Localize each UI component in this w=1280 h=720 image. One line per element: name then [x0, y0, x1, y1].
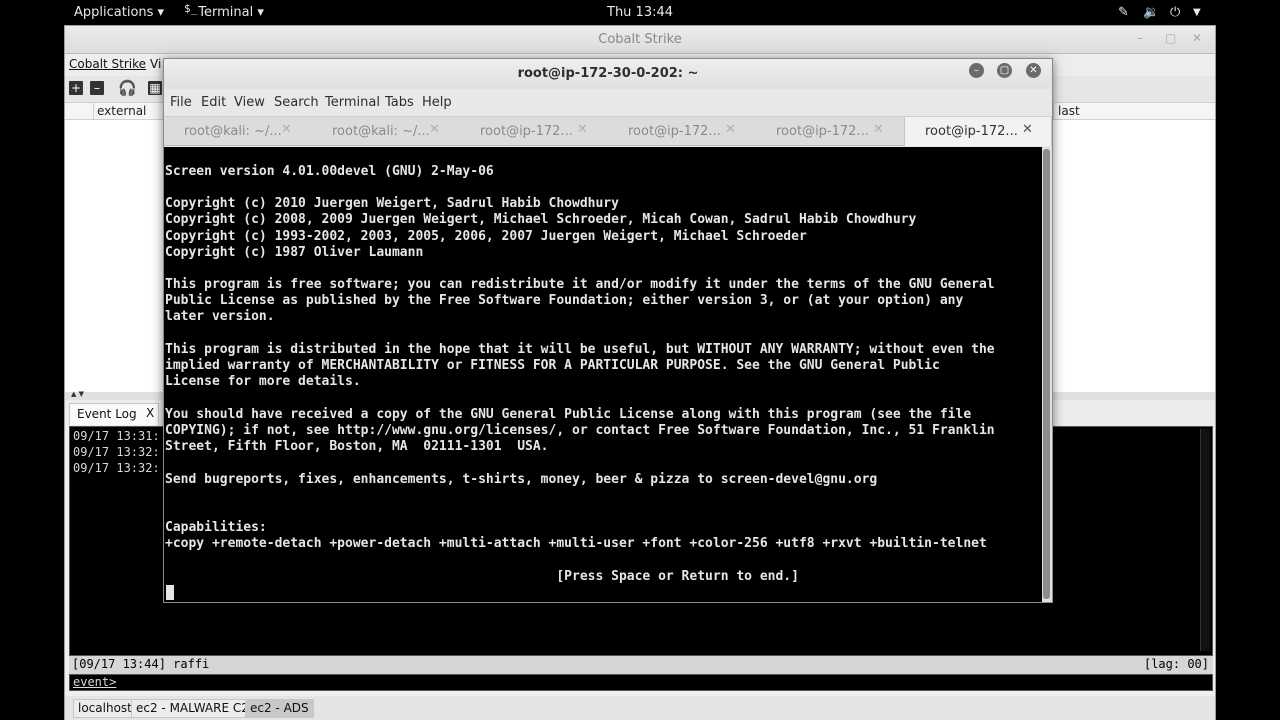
close-button[interactable]: ✕ [1026, 63, 1041, 78]
server-tab-localhost[interactable]: localhost [73, 699, 137, 718]
terminal-output[interactable]: Screen version 4.01.00devel (GNU) 2-May-… [164, 147, 1042, 602]
log-line: 09/17 13:31: [73, 429, 160, 443]
log-line: 09/17 13:32: [73, 461, 160, 475]
grid-icon[interactable]: ▦ [148, 81, 162, 95]
minus-icon[interactable]: – [90, 81, 104, 95]
split-arrows-icon[interactable]: ▲ ▼ [71, 390, 84, 398]
status-bar: [09/17 13:44] raffi [lag: 00] [69, 656, 1213, 674]
tab-event-log[interactable]: Event Log X [69, 403, 159, 425]
terminal-tab[interactable]: root@ip-172... ✕ [608, 117, 756, 146]
column-last[interactable]: last [1058, 104, 1080, 118]
terminal-line: implied warranty of MERCHANTABILITY or F… [165, 358, 940, 373]
terminal-titlebar[interactable]: root@ip-172-30-0-202: ~ – ▢ ✕ [164, 59, 1052, 89]
terminal-tab-label: root@ip-172... [628, 124, 721, 139]
terminal-line: later version. [165, 309, 275, 324]
maximize-button[interactable]: ▢ [997, 63, 1012, 78]
chevron-down-icon[interactable]: ▼ [1193, 0, 1201, 25]
top-panel: Applications ▾ $_Terminal ▾ Thu 13:44 ✎ … [0, 0, 1280, 25]
server-tab-bar: localhost ec2 - MALWARE C2 ec2 - ADS [65, 696, 1215, 720]
terminal-line: +copy +remote-detach +power-detach +mult… [165, 536, 987, 551]
terminal-line: License for more details. [165, 374, 361, 389]
headphones-icon[interactable]: 🎧 [118, 81, 137, 96]
menu-edit[interactable]: Edit [201, 95, 226, 110]
terminal-line: You should have received a copy of the G… [165, 407, 972, 422]
terminal-tab-label: root@kali: ~/... [332, 124, 430, 139]
terminal-line: Send bugreports, fixes, enhancements, t-… [165, 472, 878, 487]
terminal-tab-active[interactable]: root@ip-172... ✕ [904, 117, 1052, 146]
menu-help[interactable]: Help [422, 95, 452, 110]
column-divider [93, 103, 94, 120]
menu-tabs[interactable]: Tabs [385, 95, 414, 110]
terminal-tab-label: root@kali: ~/... [184, 124, 282, 139]
terminal-tab[interactable]: root@ip-172... ✕ [756, 117, 904, 146]
terminal-line: Public License as published by the Free … [165, 293, 964, 308]
terminal-tab-label: root@ip-172... [776, 124, 869, 139]
menu-search[interactable]: Search [274, 95, 319, 110]
tab-event-log-label: Event Log [77, 407, 137, 421]
volume-icon[interactable]: 🔉 [1143, 0, 1159, 25]
minimize-button[interactable]: – [1137, 31, 1143, 45]
terminal-menubar: File Edit View Search Terminal Tabs Help [164, 89, 1052, 115]
event-input[interactable]: event> [69, 674, 1213, 691]
maximize-button[interactable]: ▢ [1165, 31, 1176, 45]
terminal-line: Copyright (c) 1993-2002, 2003, 2005, 200… [165, 229, 807, 244]
terminal-line: This program is distributed in the hope … [165, 342, 995, 357]
plus-icon[interactable]: + [69, 81, 83, 95]
applications-menu[interactable]: Applications ▾ [74, 0, 164, 25]
terminal-title: root@ip-172-30-0-202: ~ [517, 66, 699, 81]
terminal-app-menu-label: Terminal ▾ [198, 5, 264, 20]
server-tab-ads[interactable]: ec2 - ADS [245, 699, 314, 718]
log-line: 09/17 13:32: [73, 445, 160, 459]
column-divider [1053, 103, 1054, 120]
terminal-tab[interactable]: root@kali: ~/... ✕ [312, 117, 460, 146]
terminal-line: Copyright (c) 1987 Oliver Laumann [165, 245, 424, 260]
menu-view[interactable]: Vi [150, 57, 161, 71]
terminal-scrollbar[interactable] [1042, 147, 1052, 602]
terminal-icon: $_ [184, 2, 198, 15]
terminal-window: root@ip-172-30-0-202: ~ – ▢ ✕ File Edit … [163, 58, 1053, 603]
clock[interactable]: Thu 13:44 [607, 0, 673, 25]
close-icon[interactable]: ✕ [281, 122, 292, 137]
menu-terminal[interactable]: Terminal [325, 95, 380, 110]
terminal-line: Copyright (c) 2010 Juergen Weigert, Sadr… [165, 196, 619, 211]
terminal-line: Capabilities: [165, 520, 267, 535]
column-external[interactable]: external [97, 104, 146, 118]
minimize-button[interactable]: – [969, 63, 984, 78]
terminal-line: Street, Fifth Floor, Boston, MA 02111-13… [165, 439, 549, 454]
pen-icon[interactable]: ✎ [1118, 0, 1129, 25]
close-icon[interactable]: ✕ [577, 122, 588, 137]
close-icon[interactable]: ✕ [429, 122, 440, 137]
terminal-tab-label: root@ip-172... [480, 124, 573, 139]
server-tab-malware-c2[interactable]: ec2 - MALWARE C2 [131, 699, 254, 718]
terminal-line: Copyright (c) 2008, 2009 Juergen Weigert… [165, 212, 917, 227]
cobalt-strike-title: Cobalt Strike [598, 32, 682, 47]
terminal-tab-bar: root@kali: ~/... ✕ root@kali: ~/... ✕ ro… [164, 116, 1052, 146]
scrollbar-thumb[interactable] [1043, 149, 1050, 599]
terminal-line: [Press Space or Return to end.] [165, 569, 799, 584]
console-scrollbar[interactable] [1200, 429, 1210, 651]
terminal-tab-label: root@ip-172... [925, 124, 1018, 139]
event-prompt: event> [73, 675, 117, 689]
menu-view[interactable]: View [234, 95, 265, 110]
close-icon[interactable]: ✕ [873, 122, 884, 137]
menu-cobalt-strike[interactable]: Cobalt Strike [69, 57, 146, 71]
close-icon[interactable]: ✕ [725, 122, 736, 137]
close-icon[interactable]: X [146, 406, 154, 420]
terminal-line: Screen version 4.01.00devel (GNU) 2-May-… [165, 164, 494, 179]
power-icon[interactable]: ⏻ [1170, 0, 1180, 25]
terminal-tab[interactable]: root@ip-172... ✕ [460, 117, 608, 146]
status-user: [09/17 13:44] raffi [72, 657, 210, 671]
terminal-cursor [166, 585, 174, 600]
terminal-tab[interactable]: root@kali: ~/... ✕ [164, 117, 312, 146]
terminal-app-menu[interactable]: $_Terminal ▾ [184, 0, 264, 25]
close-button[interactable]: ✕ [1192, 31, 1202, 45]
menu-file[interactable]: File [170, 95, 192, 110]
terminal-line: COPYING); if not, see http://www.gnu.org… [165, 423, 995, 438]
close-icon[interactable]: ✕ [1022, 122, 1033, 137]
cobalt-strike-titlebar[interactable]: Cobalt Strike – ▢ ✕ [65, 26, 1215, 54]
terminal-line: This program is free software; you can r… [165, 277, 995, 292]
status-lag: [lag: 00] [1143, 657, 1209, 671]
